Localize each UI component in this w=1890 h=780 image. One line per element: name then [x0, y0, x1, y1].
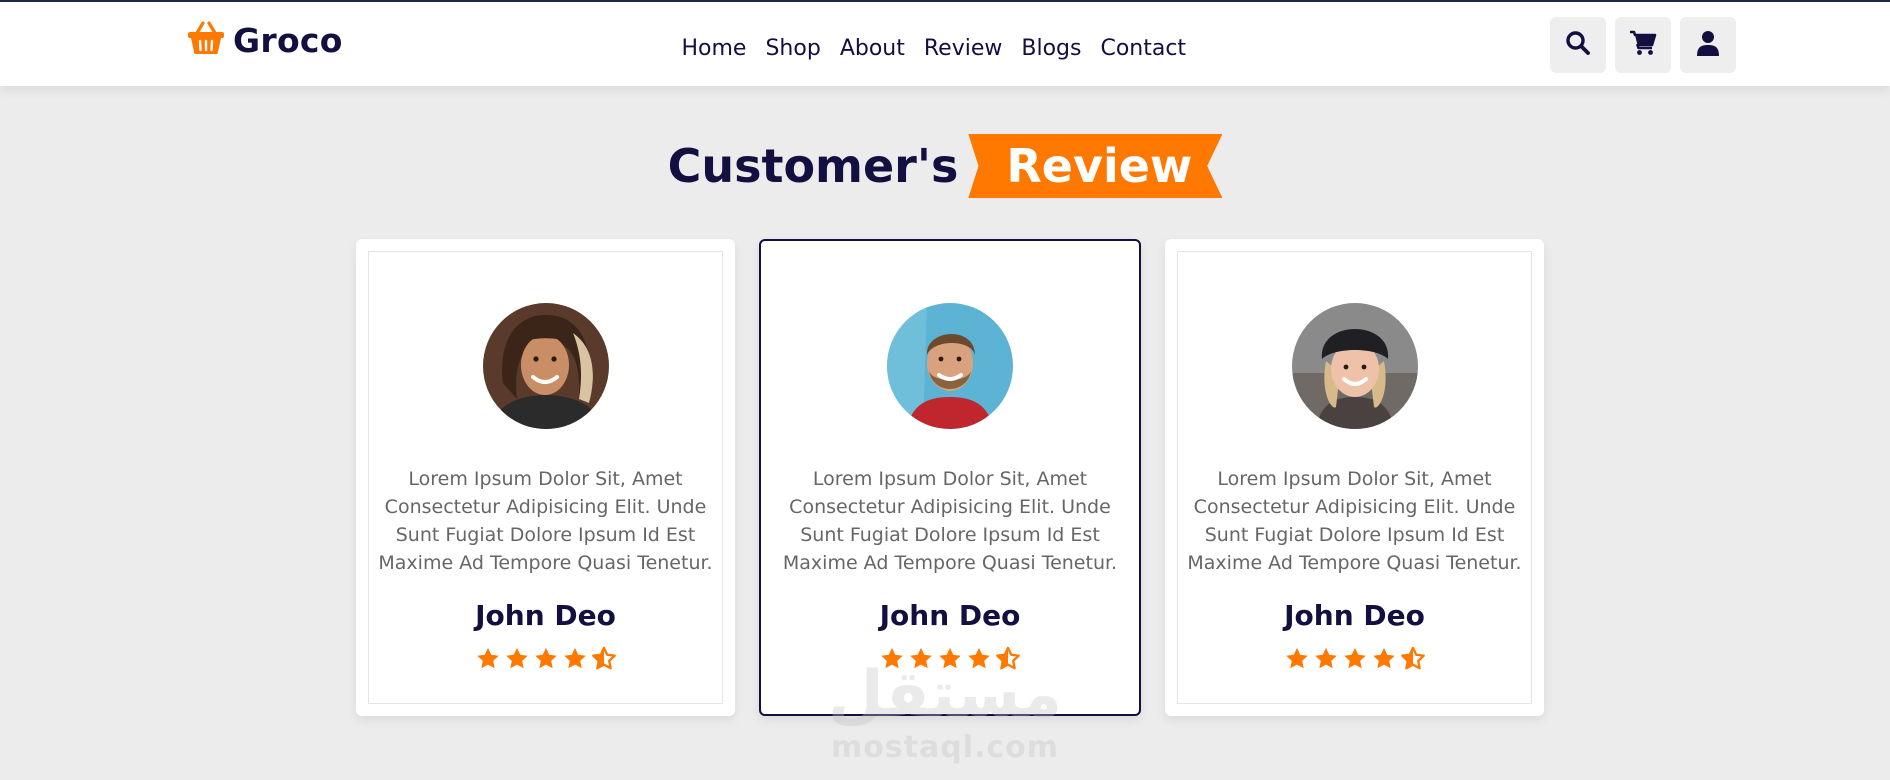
reviewer-avatar — [1291, 303, 1418, 429]
star-icon — [1343, 647, 1366, 669]
review-text: Lorem Ipsum Dolor Sit, Amet Consectetur … — [1187, 468, 1522, 574]
cart-button[interactable] — [1615, 17, 1671, 73]
brand-name: Groco — [233, 20, 343, 60]
review-card-inner: Lorem Ipsum Dolor Sit, Amet Consectetur … — [771, 251, 1129, 704]
reviewer-name: John Deo — [879, 599, 1021, 632]
nav-contact[interactable]: Contact — [1091, 32, 1196, 66]
star-icon — [505, 647, 528, 669]
reviewer-name: John Deo — [475, 599, 616, 632]
watermark: مستقل mostaql.com — [827, 658, 1063, 770]
star-icon — [1285, 647, 1308, 669]
star-half-icon — [591, 646, 616, 670]
review-text: Lorem Ipsum Dolor Sit, Amet Consectetur … — [782, 468, 1118, 574]
reviewer-name: John Deo — [1284, 599, 1425, 632]
star-icon — [534, 647, 557, 669]
heading-text: Customer's — [667, 139, 959, 193]
main-nav: Home Shop About Review Blogs Contact — [672, 32, 1196, 66]
star-half-icon — [1400, 646, 1425, 670]
star-icon — [1314, 647, 1337, 669]
watermark-arabic: مستقل — [827, 658, 1063, 732]
star-icon — [476, 647, 499, 669]
account-button[interactable] — [1680, 17, 1736, 73]
nav-about[interactable]: About — [830, 32, 914, 66]
site-header: Groco Home Shop About Review Blogs Conta… — [0, 0, 1890, 86]
section-heading: Customer's Review — [0, 130, 1890, 202]
nav-blogs[interactable]: Blogs — [1012, 32, 1091, 66]
reviewer-avatar — [887, 303, 1013, 429]
heading-highlight: Review — [968, 134, 1223, 198]
review-card-active[interactable]: Lorem Ipsum Dolor Sit, Amet Consectetur … — [759, 239, 1141, 716]
reviewer-avatar — [482, 303, 609, 429]
user-icon — [1696, 30, 1720, 60]
cart-icon — [1629, 30, 1657, 60]
search-icon — [1565, 30, 1591, 60]
watermark-latin: mostaql.com — [830, 730, 1060, 765]
basket-icon — [187, 20, 225, 60]
search-button[interactable] — [1550, 17, 1606, 73]
nav-home[interactable]: Home — [672, 32, 756, 66]
logo[interactable]: Groco — [187, 20, 343, 60]
nav-shop[interactable]: Shop — [756, 32, 830, 66]
review-card[interactable]: Lorem Ipsum Dolor Sit, Amet Consectetur … — [1165, 239, 1544, 716]
header-icon-group — [1550, 17, 1736, 73]
review-card-inner: Lorem Ipsum Dolor Sit, Amet Consectetur … — [1177, 251, 1532, 704]
review-card[interactable]: Lorem Ipsum Dolor Sit, Amet Consectetur … — [356, 239, 735, 716]
star-icon — [1372, 647, 1395, 669]
review-card-inner: Lorem Ipsum Dolor Sit, Amet Consectetur … — [368, 251, 723, 704]
star-rating — [1284, 646, 1426, 671]
star-icon — [563, 647, 586, 669]
star-rating — [475, 646, 617, 671]
reviews-list: Lorem Ipsum Dolor Sit, Amet Consectetur … — [356, 239, 1544, 716]
nav-review[interactable]: Review — [914, 32, 1012, 66]
review-text: Lorem Ipsum Dolor Sit, Amet Consectetur … — [378, 468, 713, 574]
